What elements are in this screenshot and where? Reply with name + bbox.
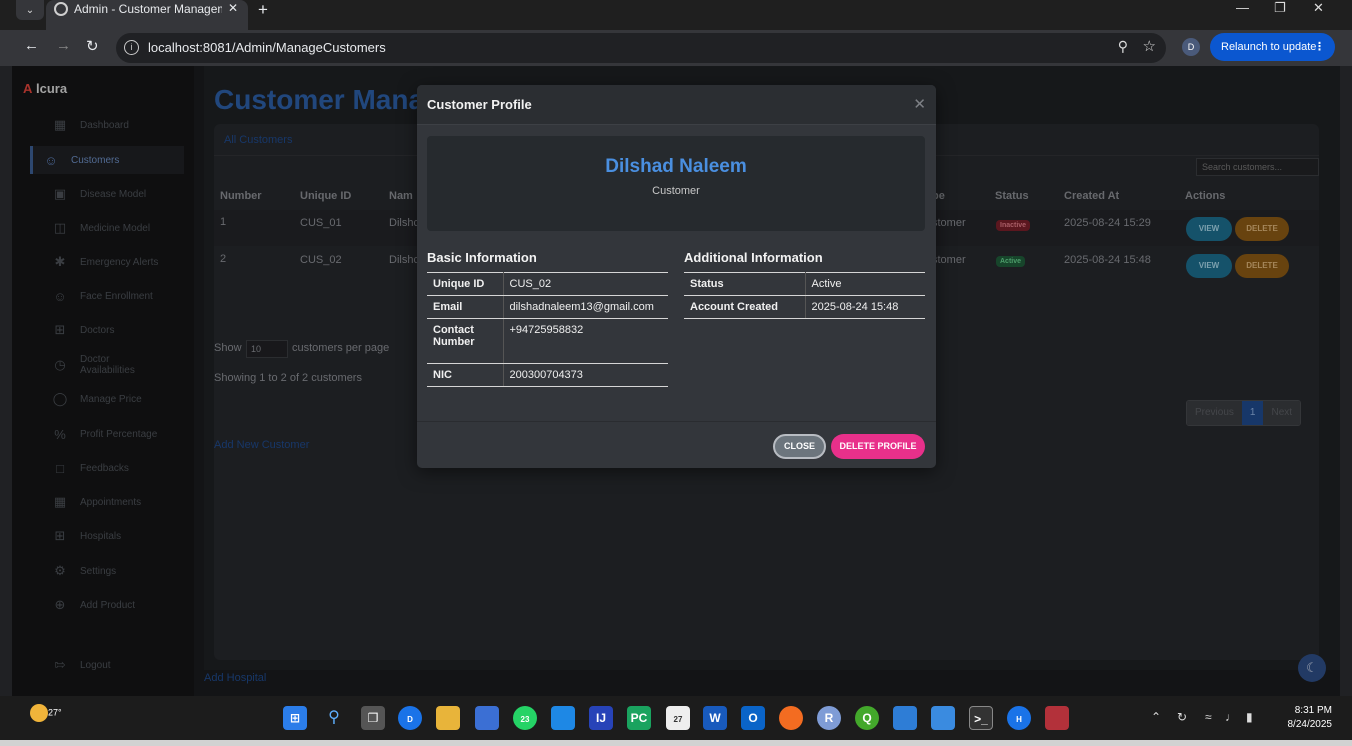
minimize-icon[interactable]: — [1236, 0, 1249, 15]
customer-profile-modal: Customer Profile ✕ Dilshad Naleem Custom… [417, 85, 936, 468]
whatsapp-icon[interactable]: 23 [513, 706, 537, 730]
window-close-icon[interactable]: ✕ [1313, 0, 1324, 16]
profile-summary: Dilshad Naleem Customer [427, 136, 925, 231]
tab-search-dropdown-button[interactable]: ⌄ [16, 0, 44, 20]
more-menu-icon[interactable]: ⋮ [1314, 33, 1325, 61]
site-info-icon[interactable]: i [124, 40, 139, 55]
windows-start-icon[interactable]: ⊞ [283, 706, 307, 730]
r-app-icon[interactable]: R [817, 706, 841, 730]
system-clock[interactable]: 8:31 PM 8/24/2025 [1272, 704, 1333, 732]
additional-info-table: Status Active Account Created 2025-08-24 1… [684, 272, 925, 319]
tab-title: Admin - Customer Management [74, 2, 222, 16]
file-explorer-icon[interactable] [436, 706, 460, 730]
pycharm-icon[interactable]: PC [627, 706, 651, 730]
delete-profile-button[interactable]: DELETE PROFILE [831, 434, 925, 459]
postman-icon[interactable] [779, 706, 803, 730]
tab-close-icon[interactable]: ✕ [228, 1, 238, 15]
chrome-icon[interactable]: D [398, 706, 422, 730]
winrar-icon[interactable] [1045, 706, 1069, 730]
info-row: Account Created 2025-08-24 15:48 [684, 295, 925, 319]
word-icon[interactable]: W [703, 706, 727, 730]
modal-title: Customer Profile [427, 97, 532, 112]
basic-info-table: Unique ID CUS_02 Email dilshadnaleem13@gma… [427, 272, 668, 387]
windows-taskbar: 27° ⊞ ⚲ ❐ D 23 IJ PC 27 W O R Q >_ H ⌃ ↻… [0, 696, 1352, 740]
browser-tab-active[interactable]: Admin - Customer Management ✕ [46, 0, 248, 30]
info-row: Contact Number +94725958832 [427, 318, 668, 364]
scrollbar-strip [0, 740, 1352, 746]
forward-icon[interactable]: → [56, 37, 71, 54]
tray-overflow-chevron-icon[interactable]: ⌃ [1151, 710, 1161, 724]
notepad-icon[interactable]: 27 [666, 706, 690, 730]
wifi-icon[interactable]: ≈ [1205, 710, 1212, 724]
intellij-icon[interactable]: IJ [589, 706, 613, 730]
zoom-icon[interactable]: ⚲ [1118, 38, 1128, 55]
url-text[interactable]: localhost:8081/Admin/ManageCustomers [148, 40, 386, 55]
paint-icon[interactable] [931, 706, 955, 730]
customer-role: Customer [652, 185, 700, 197]
outlook-icon[interactable]: O [741, 706, 765, 730]
info-row: Email dilshadnaleem13@gmail.com [427, 295, 668, 319]
reload-icon[interactable]: ↻ [86, 37, 99, 55]
profile-avatar[interactable]: D [1182, 38, 1200, 56]
relaunch-update-button[interactable]: Relaunch to update ⋮ [1210, 33, 1335, 61]
info-row: NIC 200300704373 [427, 363, 668, 387]
task-view-icon[interactable]: ❐ [361, 706, 385, 730]
globe-icon [54, 2, 68, 16]
modal-close-icon[interactable]: ✕ [913, 95, 926, 113]
info-row: Unique ID CUS_02 [427, 272, 668, 296]
relaunch-label: Relaunch to update [1221, 41, 1317, 53]
new-tab-button[interactable]: + [258, 0, 268, 20]
basic-info-heading: Basic Information [427, 250, 537, 265]
modal-header: Customer Profile ✕ [417, 85, 936, 125]
weather-icon [30, 704, 48, 722]
back-icon[interactable]: ← [24, 37, 39, 54]
address-bar[interactable]: i localhost:8081/Admin/ManageCustomers ⚲… [116, 33, 1166, 63]
qgis-icon[interactable]: Q [855, 706, 879, 730]
restore-icon[interactable]: ❐ [1274, 0, 1286, 16]
battery-icon[interactable]: ▮ [1246, 710, 1253, 724]
chrome-profile-icon[interactable]: H [1007, 706, 1031, 730]
additional-info-heading: Additional Information [684, 250, 823, 265]
terminal-icon[interactable]: >_ [969, 706, 993, 730]
volume-icon[interactable]: ♩ [1225, 710, 1237, 724]
bookmark-star-icon[interactable]: ☆ [1143, 37, 1156, 55]
weather-widget[interactable]: 27° [30, 704, 62, 722]
sync-icon[interactable]: ↻ [1177, 710, 1187, 724]
modal-footer: CLOSE DELETE PROFILE [417, 421, 936, 468]
store-icon[interactable] [475, 706, 499, 730]
customer-name: Dilshad Naleem [605, 156, 747, 177]
browser-tab-bar: ⌄ Admin - Customer Management ✕ + — ❐ ✕ [0, 0, 1352, 30]
notes-app-icon[interactable] [893, 706, 917, 730]
browser-toolbar: ← → ↻ i localhost:8081/Admin/ManageCusto… [0, 30, 1352, 66]
search-icon[interactable]: ⚲ [322, 706, 346, 730]
close-button[interactable]: CLOSE [773, 434, 826, 459]
vscode-icon[interactable] [551, 706, 575, 730]
info-row: Status Active [684, 272, 925, 296]
